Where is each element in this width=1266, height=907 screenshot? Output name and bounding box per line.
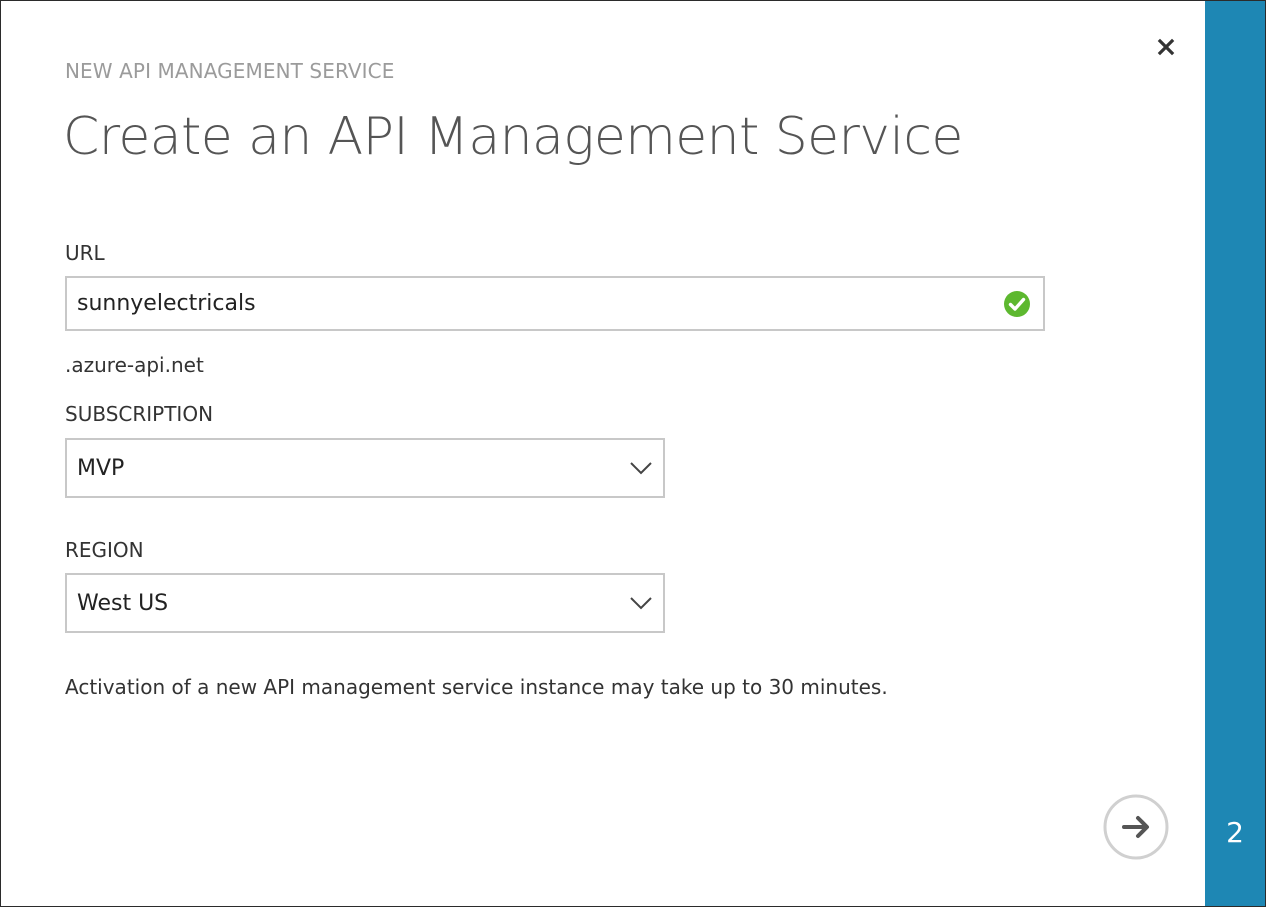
region-select[interactable]: West US (65, 573, 665, 633)
chevron-down-icon (630, 462, 652, 475)
url-input-value: sunnyelectricals (77, 291, 256, 316)
subscription-selected-value: MVP (77, 456, 125, 481)
close-icon (1157, 38, 1175, 56)
wizard-step-number: 2 (1226, 816, 1244, 849)
url-suffix: .azure-api.net (65, 353, 204, 377)
subscription-label: SUBSCRIPTION (65, 402, 214, 426)
page-title: Create an API Management Service (63, 107, 963, 167)
subscription-select[interactable]: MVP (65, 438, 665, 498)
check-circle-icon (1004, 291, 1030, 317)
arrow-right-icon (1103, 794, 1169, 860)
chevron-down-icon (630, 597, 652, 610)
region-selected-value: West US (77, 591, 169, 616)
url-label: URL (65, 241, 105, 265)
activation-note: Activation of a new API management servi… (65, 675, 888, 699)
region-label: REGION (65, 538, 144, 562)
next-button[interactable] (1102, 793, 1170, 861)
url-input[interactable]: sunnyelectricals (65, 276, 1045, 331)
create-api-management-dialog: NEW API MANAGEMENT SERVICE Create an API… (0, 0, 1266, 907)
wizard-step-bar: 2 (1205, 1, 1265, 906)
dialog-overline: NEW API MANAGEMENT SERVICE (65, 59, 395, 83)
close-button[interactable] (1152, 33, 1180, 61)
